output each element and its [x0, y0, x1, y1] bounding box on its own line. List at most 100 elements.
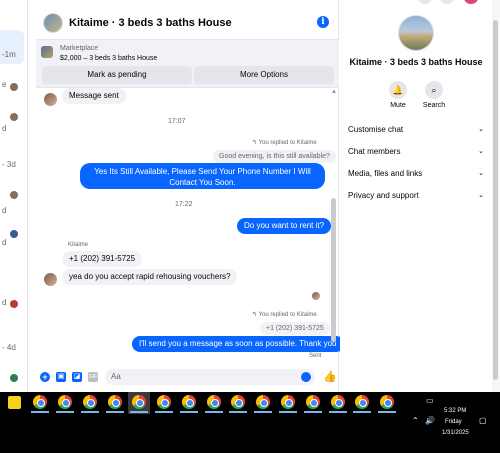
message-bubble-in: Message sent	[62, 88, 126, 104]
details-row-media-files[interactable]: Media, files and links ⌄	[348, 165, 486, 183]
listing-photo[interactable]	[398, 15, 434, 51]
chrome-icon[interactable]	[108, 395, 122, 409]
chrome-icon[interactable]	[306, 395, 320, 409]
contact-avatar[interactable]	[44, 93, 57, 106]
reply-note-text: You replied to Kitaime	[258, 140, 317, 146]
message-bubble-out: Do you want to rent it?	[237, 218, 332, 234]
quoted-message[interactable]: Good evening, is this still available?	[213, 150, 336, 163]
emoji-icon[interactable]	[301, 372, 311, 382]
search-label[interactable]: Search	[419, 102, 449, 109]
chevron-down-icon: ⌄	[478, 170, 484, 177]
thumbs-up-icon[interactable]: 👍	[323, 370, 337, 383]
read-receipt-avatar	[312, 292, 320, 300]
plus-icon[interactable]: +	[40, 372, 50, 382]
search-icon[interactable]: ⌕	[425, 81, 443, 99]
bell-icon[interactable]: 🔔	[389, 81, 407, 99]
photo-icon[interactable]: ▣	[56, 372, 66, 382]
clock-date[interactable]: 1/31/2025	[442, 430, 469, 436]
reply-note: ↰ You replied to Kitaime	[252, 312, 317, 318]
app-running-indicator	[106, 411, 124, 413]
clock-day[interactable]: Friday	[445, 419, 462, 425]
details-row-customise-chat[interactable]: Customise chat ⌄	[348, 121, 486, 139]
app-running-indicator	[56, 411, 74, 413]
chrome-icon[interactable]	[33, 395, 47, 409]
timestamp: 17:22	[175, 201, 193, 208]
chevron-down-icon: ⌄	[478, 192, 484, 199]
chat-time: e	[2, 80, 7, 89]
message-input[interactable]: Aa	[105, 369, 315, 385]
details-row-chat-members[interactable]: Chat members ⌄	[348, 143, 486, 161]
app-running-indicator	[304, 411, 322, 413]
app-running-indicator	[81, 411, 99, 413]
app-running-indicator	[279, 411, 297, 413]
clock-time[interactable]: 5:32 PM	[444, 408, 466, 414]
row-label: Chat members	[348, 147, 401, 156]
marketplace-label: Marketplace	[60, 45, 99, 52]
sticky-notes-icon[interactable]	[8, 396, 21, 409]
app-running-indicator	[31, 411, 49, 413]
chat-avatar[interactable]	[10, 300, 18, 308]
listing-price-title[interactable]: $2,000 – 3 beds 3 baths House	[60, 55, 157, 62]
chrome-icon[interactable]	[355, 395, 369, 409]
chat-time: d	[2, 206, 7, 215]
app-running-indicator	[378, 411, 396, 413]
mark-as-pending-button[interactable]: Mark as pending	[42, 66, 192, 84]
row-label: Customise chat	[348, 125, 404, 134]
volume-icon[interactable]: 🔊	[425, 416, 435, 425]
chat-avatar[interactable]	[10, 230, 18, 238]
message-bubble-out: Yes Its Still Available, Please Send You…	[80, 163, 325, 189]
details-title: Kitaime · 3 beds 3 baths House	[349, 57, 483, 67]
app-running-indicator	[353, 411, 371, 413]
gif-icon[interactable]: GIF	[88, 372, 98, 382]
chrome-icon[interactable]	[256, 395, 270, 409]
chat-avatar[interactable]	[10, 83, 18, 91]
scroll-thumb[interactable]	[331, 198, 336, 342]
chat-time: d	[2, 238, 7, 247]
row-label: Media, files and links	[348, 169, 423, 178]
details-row-privacy-support[interactable]: Privacy and support ⌄	[348, 187, 486, 205]
timestamp: 17:07	[168, 118, 186, 125]
chrome-icon[interactable]	[281, 395, 295, 409]
info-icon[interactable]: i	[317, 16, 329, 28]
chrome-icon[interactable]	[132, 395, 146, 409]
app-running-indicator	[180, 411, 198, 413]
message-bubble-in[interactable]: +1 (202) 391-5725	[62, 251, 143, 267]
page-scroll-thumb[interactable]	[493, 20, 498, 380]
app-running-indicator	[205, 411, 223, 413]
mute-label[interactable]: Mute	[383, 102, 413, 109]
chat-avatar[interactable]	[10, 374, 18, 382]
chrome-icon[interactable]	[331, 395, 345, 409]
message-line: You Soon.	[199, 178, 236, 187]
contact-avatar[interactable]	[44, 273, 57, 286]
chrome-icon[interactable]	[380, 395, 394, 409]
app-running-indicator	[229, 411, 247, 413]
message-bubble-in: yea do you accept rapid rehousing vouche…	[62, 269, 238, 285]
app-running-indicator	[130, 411, 148, 413]
chevron-up-icon[interactable]: ⌃	[412, 416, 419, 425]
message-bubble-out: I'll send you a message as soon as possi…	[132, 336, 344, 352]
chrome-icon[interactable]	[207, 395, 221, 409]
chrome-icon[interactable]	[83, 395, 97, 409]
chrome-icon[interactable]	[58, 395, 72, 409]
listing-avatar[interactable]	[43, 13, 63, 33]
sent-status: Sent	[309, 353, 322, 359]
quoted-message[interactable]: +1 (202) 391-5725	[260, 322, 330, 335]
chevron-down-icon: ⌄	[478, 148, 484, 155]
chat-time: -1m	[2, 50, 16, 59]
listing-thumbnail[interactable]	[41, 46, 53, 58]
more-options-button[interactable]: More Options	[194, 66, 334, 84]
chat-list-strip: -1m e d - 3d d d d - 4d	[0, 0, 28, 392]
chrome-icon[interactable]	[182, 395, 196, 409]
sticker-icon[interactable]: ◪	[72, 372, 82, 382]
chrome-icon[interactable]	[231, 395, 245, 409]
action-center-icon[interactable]: ▢	[479, 416, 487, 425]
chat-avatar[interactable]	[10, 191, 18, 199]
chrome-icon[interactable]	[157, 395, 171, 409]
chat-title[interactable]: Kitaime · 3 beds 3 baths House	[69, 17, 232, 29]
chat-time: - 4d	[2, 343, 16, 352]
chat-scrollbar[interactable]: ▲	[330, 88, 337, 354]
scroll-up-icon[interactable]: ▲	[331, 89, 337, 95]
chat-avatar[interactable]	[10, 113, 18, 121]
reply-note-text: You replied to Kitaime	[258, 312, 317, 318]
notification-area-icon[interactable]: ▭	[426, 396, 434, 405]
